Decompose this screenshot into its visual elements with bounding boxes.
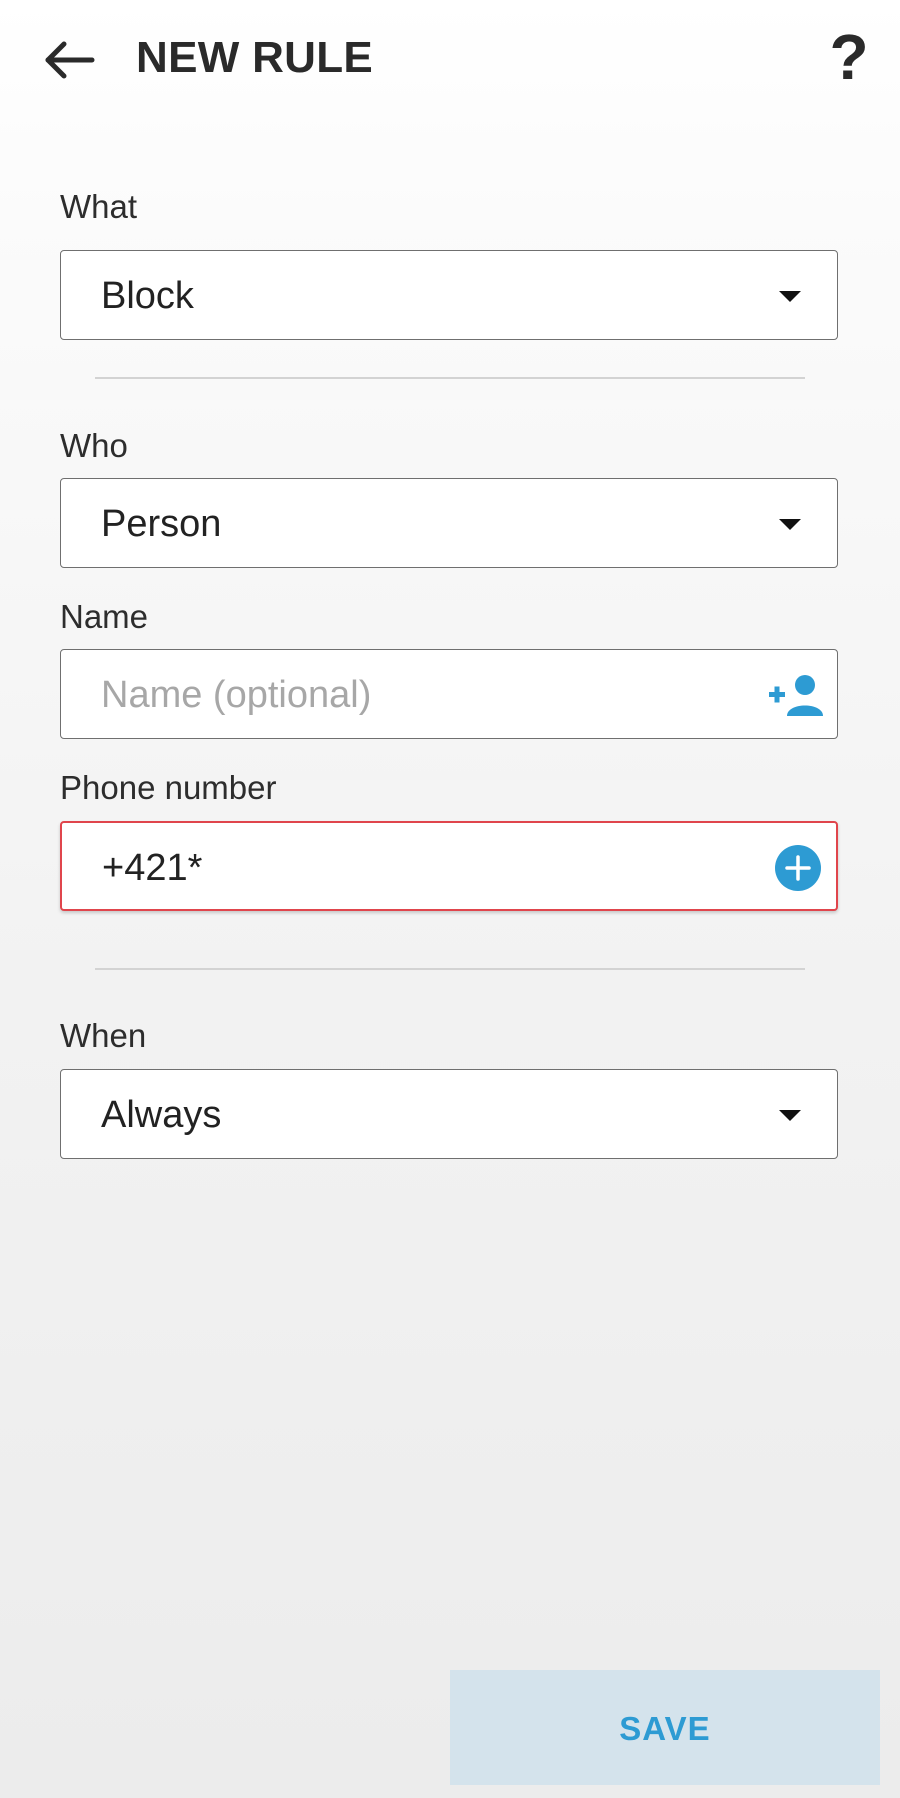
question-mark-icon: ? bbox=[829, 21, 869, 93]
when-selected-value: Always bbox=[101, 1094, 222, 1136]
when-label: When bbox=[60, 1017, 147, 1054]
arrow-left-icon bbox=[45, 41, 95, 79]
who-label: Who bbox=[60, 427, 128, 464]
name-placeholder: Name (optional) bbox=[101, 674, 372, 716]
phone-label: Phone number bbox=[60, 769, 277, 806]
caret-down-icon bbox=[779, 291, 801, 302]
who-dropdown[interactable]: Person bbox=[60, 478, 838, 568]
who-selected-value: Person bbox=[101, 503, 222, 545]
what-selected-value: Block bbox=[101, 275, 194, 317]
save-button[interactable]: SAVE bbox=[450, 1670, 880, 1785]
add-contact-button[interactable] bbox=[767, 672, 827, 718]
name-field[interactable]: Name (optional) bbox=[60, 649, 838, 739]
page-title: NEW RULE bbox=[136, 33, 374, 82]
caret-down-icon bbox=[779, 519, 801, 530]
caret-down-icon bbox=[779, 1110, 801, 1121]
section-divider bbox=[95, 377, 805, 379]
phone-number-value: +421* bbox=[102, 847, 203, 889]
what-label: What bbox=[60, 188, 138, 225]
name-label: Name bbox=[60, 598, 149, 635]
plus-circle-icon bbox=[775, 845, 821, 891]
when-dropdown[interactable]: Always bbox=[60, 1069, 838, 1159]
person-add-icon bbox=[769, 675, 823, 716]
what-dropdown[interactable]: Block bbox=[60, 250, 838, 340]
add-number-button[interactable] bbox=[774, 844, 822, 892]
top-bar: NEW RULE ? bbox=[0, 0, 900, 125]
section-divider bbox=[95, 968, 805, 970]
back-button[interactable] bbox=[36, 28, 106, 92]
help-button[interactable]: ? bbox=[826, 22, 872, 92]
phone-number-field[interactable]: +421* bbox=[60, 821, 838, 911]
